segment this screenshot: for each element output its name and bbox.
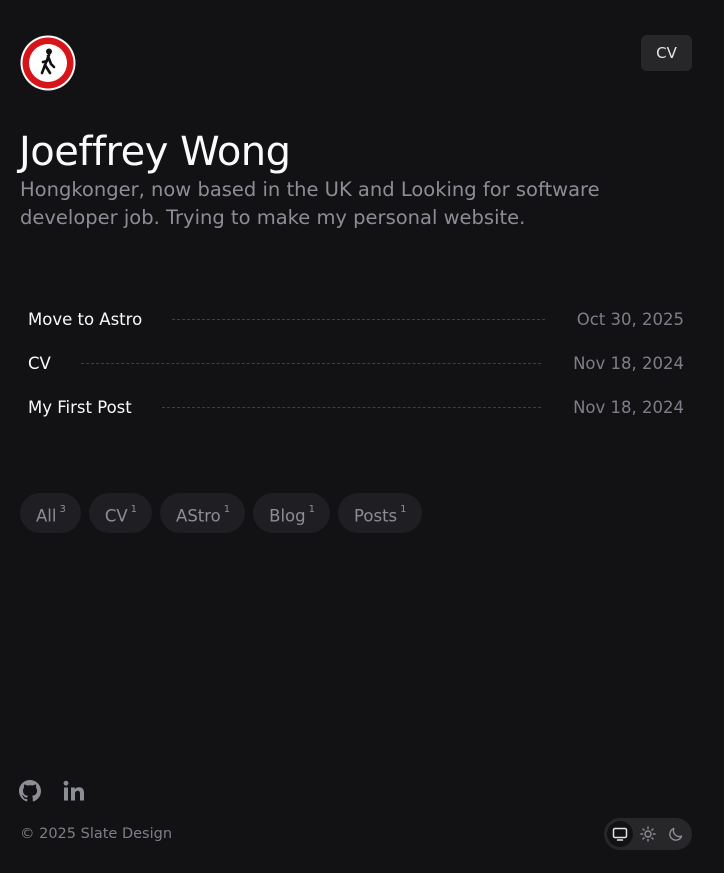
linkedin-link[interactable]: [63, 780, 87, 804]
tag-label: AStro: [176, 506, 221, 526]
tag-label: CV: [104, 506, 128, 526]
theme-switcher: [604, 818, 692, 850]
cv-button[interactable]: CV: [641, 35, 692, 71]
post-item[interactable]: CV Nov 18, 2024: [28, 348, 684, 378]
tag-count: 1: [308, 504, 316, 515]
dotted-leader: [80, 362, 542, 364]
tag-label: Blog: [269, 506, 306, 526]
post-date: Oct 30, 2025: [576, 309, 684, 329]
tag-label: Posts: [354, 506, 398, 526]
site-logo[interactable]: [20, 35, 76, 91]
tag-count: 3: [59, 504, 66, 515]
theme-system-button[interactable]: [607, 821, 633, 847]
system-icon: [612, 827, 628, 841]
post-date: Nov 18, 2024: [573, 353, 684, 373]
post-item[interactable]: My First Post Nov 18, 2024: [28, 392, 684, 422]
tag-count: 1: [223, 504, 231, 515]
tag-filter-list: All 3 CV 1 AStro 1 Blog 1 Posts 1: [20, 493, 430, 533]
bio-text: Hongkonger, now based in the UK and Look…: [20, 178, 600, 229]
linkedin-icon: [63, 780, 84, 801]
copyright-text: © 2025 Slate Design: [20, 826, 173, 842]
post-item[interactable]: Move to Astro Oct 30, 2025: [28, 304, 684, 334]
theme-dark-button[interactable]: [663, 821, 689, 847]
post-title[interactable]: Move to Astro: [28, 310, 142, 329]
tag-label: All: [36, 506, 57, 526]
post-list: Move to Astro Oct 30, 2025 CV Nov 18, 20…: [28, 304, 684, 436]
sun-icon: [640, 826, 656, 842]
tag-all[interactable]: All 3: [20, 493, 81, 533]
theme-light-button[interactable]: [635, 821, 661, 847]
tag-cv[interactable]: CV 1: [88, 493, 153, 533]
no-pedestrians-sign-icon: [20, 35, 76, 91]
post-title[interactable]: My First Post: [28, 398, 132, 417]
post-date: Nov 18, 2024: [573, 397, 684, 417]
dotted-leader: [161, 406, 542, 408]
moon-icon: [669, 827, 683, 841]
dotted-leader: [172, 318, 545, 320]
github-icon: [19, 780, 41, 802]
github-link[interactable]: [19, 780, 43, 804]
tag-count: 1: [130, 504, 138, 515]
tag-astro[interactable]: AStro 1: [160, 493, 246, 533]
tag-count: 1: [400, 504, 407, 515]
tag-blog[interactable]: Blog 1: [253, 493, 331, 533]
page-title: Joeffrey Wong: [19, 129, 291, 175]
tag-posts[interactable]: Posts 1: [338, 493, 422, 533]
post-title[interactable]: CV: [28, 354, 51, 373]
